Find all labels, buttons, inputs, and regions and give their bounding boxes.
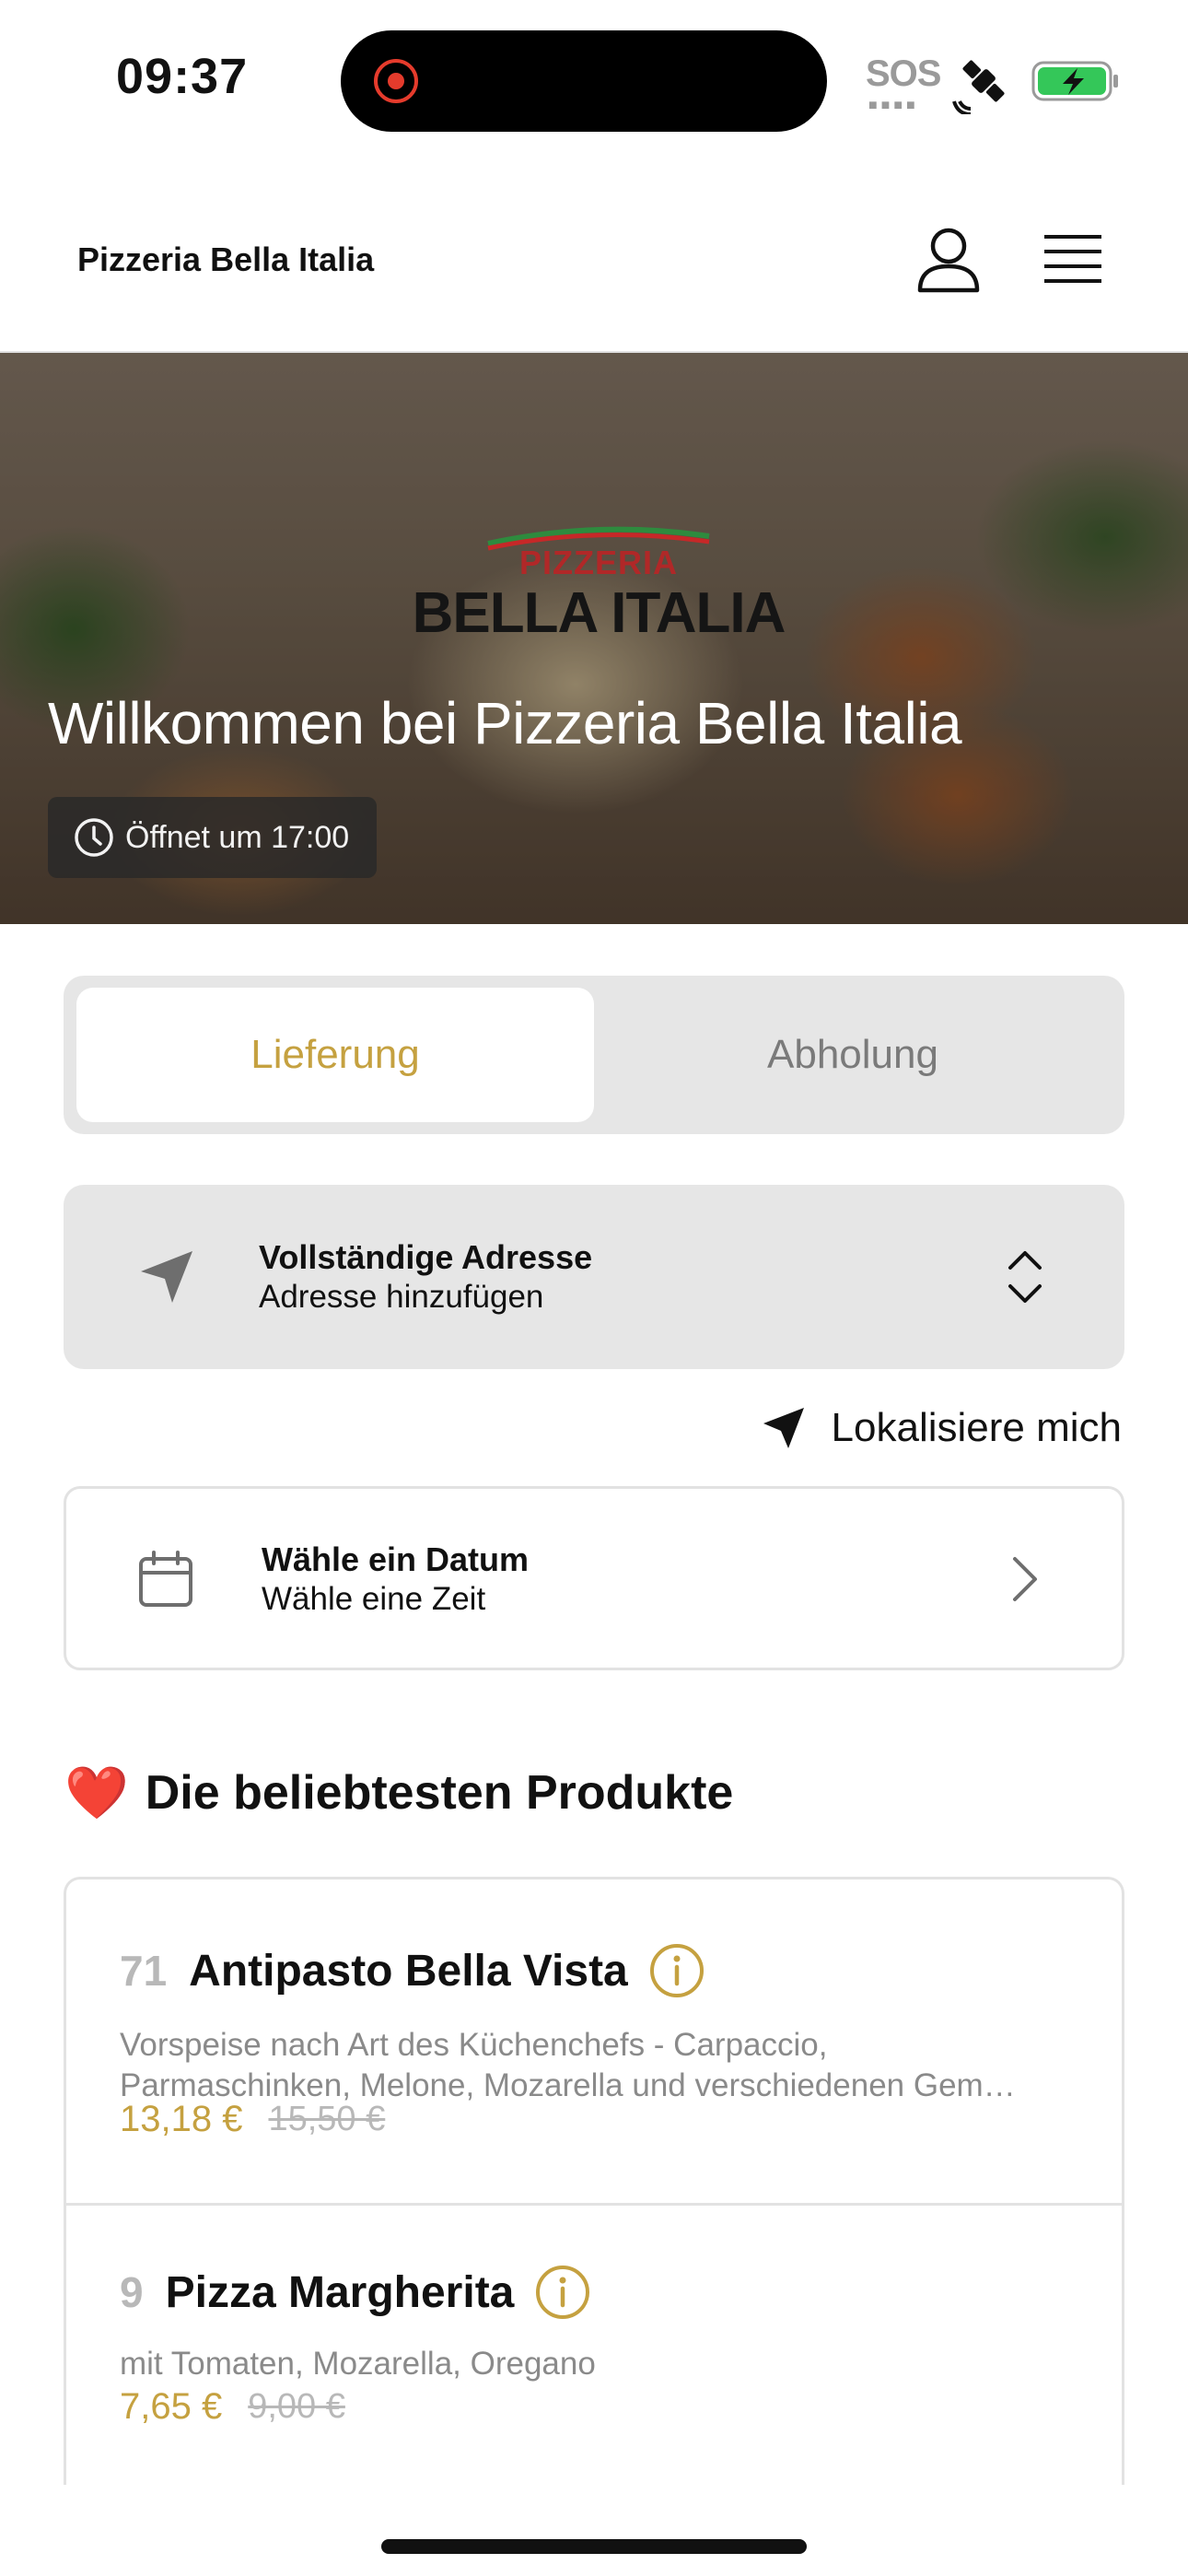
address-title: Vollständige Adresse — [259, 1238, 593, 1276]
recording-icon — [374, 59, 418, 103]
dynamic-island — [341, 30, 827, 132]
app-header: Pizzeria Bella Italia — [0, 161, 1188, 353]
info-icon[interactable] — [648, 1942, 705, 1999]
price-current: 13,18 € — [120, 2099, 243, 2139]
opening-hours-badge: Öffnet um 17:00 — [48, 797, 378, 878]
sos-indicator: SOS ■■■■ — [866, 53, 941, 113]
info-icon[interactable] — [534, 2264, 591, 2321]
product-description: mit Tomaten, Mozarella, Oregano — [120, 2346, 596, 2382]
hero-banner: PIZZERIA BELLA ITALIA Willkommen bei Piz… — [0, 353, 1188, 924]
product-item[interactable]: 9 Pizza Margherita mit Tomaten, Mozarell… — [66, 2206, 1122, 2485]
user-icon[interactable] — [916, 226, 981, 294]
product-price: 7,65 € 9,00 € — [120, 2386, 345, 2428]
welcome-title: Willkommen bei Pizzeria Bella Italia — [48, 690, 962, 756]
date-title: Wähle ein Datum — [262, 1540, 530, 1578]
logo-big-text: BELLA ITALIA — [412, 581, 786, 645]
product-item[interactable]: 71 Antipasto Bella Vista Vorspeise nach … — [66, 1879, 1122, 2206]
hamburger-menu-icon[interactable] — [1042, 231, 1103, 287]
locate-me-label: Lokalisiere mich — [831, 1405, 1122, 1450]
price-current: 7,65 € — [120, 2386, 223, 2427]
status-time: 09:37 — [116, 49, 249, 104]
product-header: 9 Pizza Margherita — [120, 2264, 591, 2321]
product-list: 71 Antipasto Bella Vista Vorspeise nach … — [64, 1877, 1124, 2485]
address-selector[interactable]: Vollständige Adresse Adresse hinzufügen — [64, 1185, 1124, 1369]
time-subtitle: Wähle eine Zeit — [262, 1581, 486, 1617]
navigation-arrow-icon — [141, 1251, 192, 1303]
product-description-line: Vorspeise nach Art des Küchenchefs - Car… — [120, 2027, 828, 2063]
opening-hours-text: Öffnet um 17:00 — [125, 819, 350, 855]
order-mode-toggle: Lieferung Abholung — [64, 976, 1124, 1134]
chevron-up-down-icon — [1008, 1251, 1042, 1303]
product-price: 13,18 € 15,50 € — [120, 2099, 385, 2140]
locate-me-link[interactable]: Lokalisiere mich — [762, 1400, 1122, 1456]
product-name: Antipasto Bella Vista — [189, 1946, 628, 1996]
price-original: 15,50 € — [268, 2100, 386, 2138]
popular-heading-text: Die beliebtesten Produkte — [145, 1766, 734, 1820]
chevron-right-icon — [1013, 1557, 1037, 1601]
tab-delivery[interactable]: Lieferung — [76, 988, 594, 1122]
address-subtitle: Adresse hinzufügen — [259, 1279, 544, 1315]
product-description: Vorspeise nach Art des Küchenchefs - Car… — [120, 2025, 1077, 2106]
status-bar: 09:37 SOS ■■■■ — [0, 0, 1188, 161]
tab-pickup[interactable]: Abholung — [594, 988, 1112, 1122]
signal-dots-icon: ■■■■ — [868, 98, 919, 113]
product-name: Pizza Margherita — [165, 2267, 515, 2317]
battery-icon — [1031, 61, 1118, 101]
restaurant-logo: PIZZERIA BELLA ITALIA — [396, 523, 801, 645]
satellite-icon — [952, 60, 1005, 114]
calendar-icon — [139, 1551, 192, 1607]
heart-icon: ❤️ — [64, 1763, 129, 1821]
product-number: 71 — [120, 1947, 168, 1995]
date-time-selector[interactable]: Wähle ein Datum Wähle eine Zeit — [64, 1486, 1124, 1670]
home-indicator[interactable] — [381, 2539, 807, 2554]
product-number: 9 — [120, 2268, 144, 2316]
brand-name[interactable]: Pizzeria Bella Italia — [77, 240, 374, 279]
clock-icon — [75, 818, 113, 857]
location-arrow-icon — [763, 1408, 804, 1448]
sos-text: SOS — [866, 53, 941, 94]
price-original: 9,00 € — [248, 2387, 345, 2426]
popular-products-heading: ❤️ Die beliebtesten Produkte — [64, 1765, 733, 1821]
product-header: 71 Antipasto Bella Vista — [120, 1942, 705, 1999]
logo-small-text: PIZZERIA — [518, 544, 678, 581]
